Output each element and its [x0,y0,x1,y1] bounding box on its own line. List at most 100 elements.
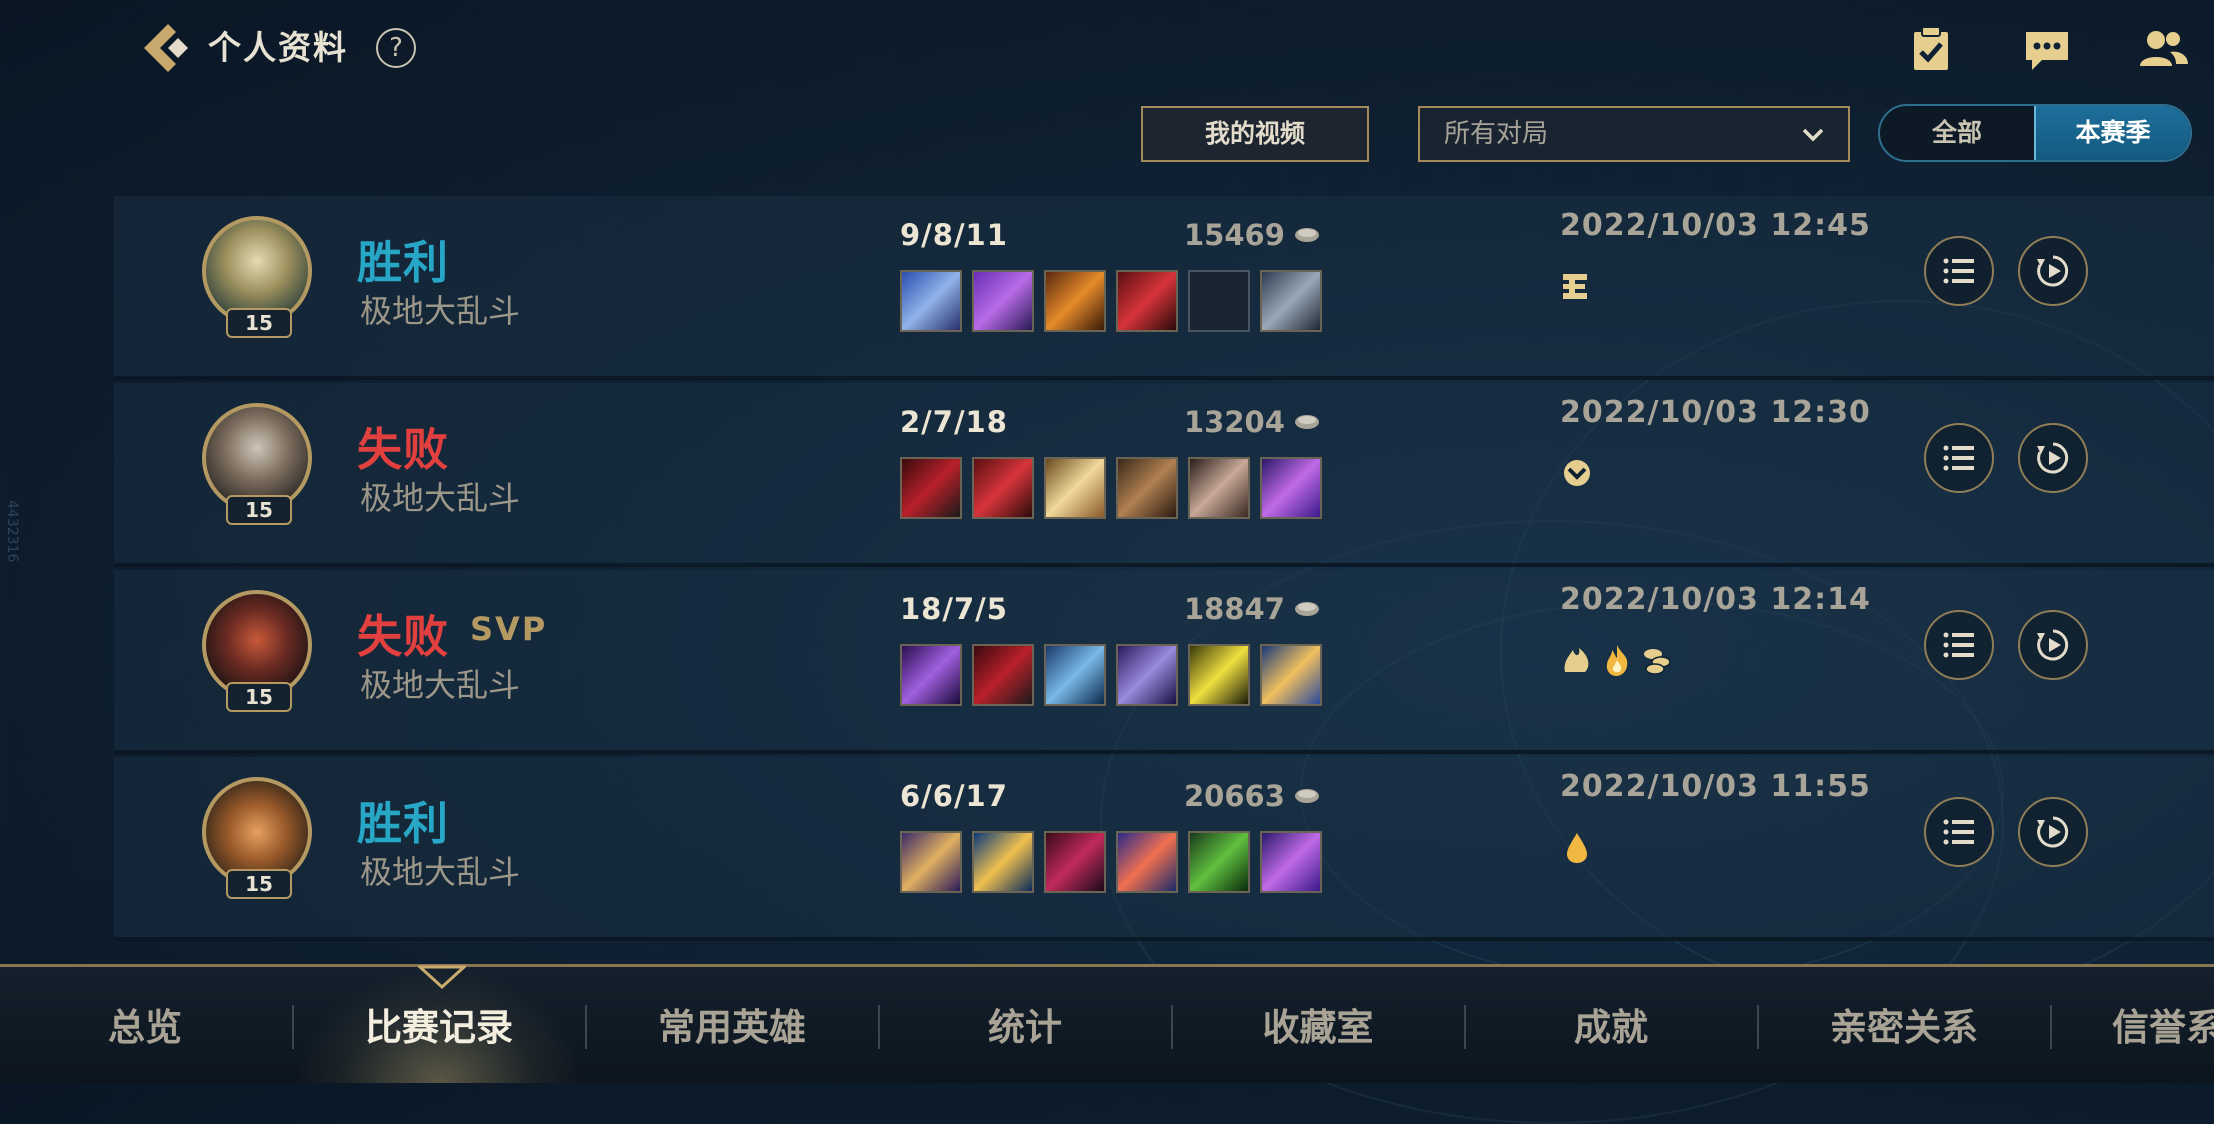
match-row[interactable]: 15 胜利 极地大乱斗 9/8/11 15469 2022/10/03 12:4… [114,196,2214,380]
my-videos-button[interactable]: 我的视频 [1141,106,1369,162]
chat-bubble-icon[interactable] [2020,22,2074,76]
svp-badge: SVP [470,610,548,648]
damage-badge [1564,648,1589,672]
drop-badge [1567,833,1587,863]
champion-level: 15 [226,495,292,525]
match-row[interactable]: 15 胜利 极地大乱斗 6/6/17 20663 2022/10/03 11:5… [114,757,2214,941]
match-details-button[interactable] [1924,610,1994,680]
kda-stat: 18/7/5 [900,592,1008,626]
replay-icon [2037,629,2069,661]
item-dark-blade[interactable] [900,457,962,519]
tab-reputation[interactable]: 信誉系 [2052,967,2214,1083]
gold-value: 13204 [1184,405,1285,439]
item-shield-triangle[interactable] [1188,644,1250,706]
item-flame-blade[interactable] [1044,270,1106,332]
item-red-claw[interactable] [972,457,1034,519]
champion-level: 15 [226,682,292,712]
champion-level: 15 [226,869,292,899]
season-toggle[interactable]: 全部 本赛季 [1878,104,2192,162]
gold-coin-icon [1294,415,1319,429]
people-icon [2140,31,2188,66]
replay-button[interactable] [2018,797,2088,867]
replay-button[interactable] [2018,423,2088,493]
help-icon[interactable]: ? [376,28,416,68]
item-purple-comet[interactable] [1260,831,1322,893]
match-type-select[interactable]: 所有对局 [1418,106,1850,162]
match-details-button[interactable] [1924,236,1994,306]
champion-level: 15 [226,308,292,338]
item-void-staff[interactable] [900,644,962,706]
chevron-down-icon [1802,128,1824,142]
gold-badge [1644,649,1671,675]
tab-statistics[interactable]: 统计 [880,967,1170,1083]
item-crescent-staff[interactable] [900,831,962,893]
match-datetime: 2022/10/03 12:45 [1560,208,1871,243]
kda-stat: 9/8/11 [900,218,1008,252]
gold-value: 20663 [1184,779,1285,813]
fire-badge [1606,645,1628,676]
game-mode: 极地大乱斗 [360,853,521,891]
kda-stat: 2/7/18 [900,405,1008,439]
toggle-season-option[interactable]: 本赛季 [2034,106,2190,160]
replay-icon [2037,816,2069,848]
gold-earned: 15469 [1184,218,1384,252]
item-trident[interactable] [972,831,1034,893]
match-row[interactable]: 15 失败 SVP 极地大乱斗 18/7/5 18847 2022/10/03 … [114,570,2214,754]
item-warding-totem[interactable] [1260,270,1322,332]
item-hourglass[interactable] [1260,644,1322,706]
match-result: 失败 [357,610,450,663]
list-icon [1943,258,1974,284]
list-icon [1943,632,1974,658]
item-stone-gauntlet[interactable] [1188,457,1250,519]
replay-button[interactable] [2018,236,2088,306]
friends-icon[interactable] [2136,22,2190,76]
replay-button[interactable] [2018,610,2088,680]
toggle-all-option[interactable]: 全部 [1880,106,2034,160]
game-mode: 极地大乱斗 [360,292,521,330]
gold-coin-icon [1294,789,1319,803]
gold-coin-icon [1294,602,1319,616]
match-details-button[interactable] [1924,423,1994,493]
gold-earned: 20663 [1184,779,1384,813]
tab-relationships[interactable]: 亲密关系 [1759,967,2049,1083]
game-mode: 极地大乱斗 [360,479,521,517]
gold-value: 18847 [1184,592,1285,626]
match-row[interactable]: 15 失败 极地大乱斗 2/7/18 13204 2022/10/03 12:3… [114,383,2214,567]
list-icon [1943,445,1974,471]
item-demon-mask[interactable] [1044,831,1106,893]
item-empty-slot[interactable] [1188,270,1250,332]
tab-collection[interactable]: 收藏室 [1173,967,1463,1083]
replay-icon [2037,255,2069,287]
gold-coin-icon [1294,228,1319,242]
match-type-value: 所有对局 [1444,119,1549,149]
kda-stat: 6/6/17 [900,779,1008,813]
item-purple-comet[interactable] [1260,457,1322,519]
item-hammer[interactable] [1116,457,1178,519]
match-result: 失败 [357,423,450,476]
match-result: 胜利 [357,236,450,289]
back-button[interactable] [138,20,194,76]
tab-match-history[interactable]: 比赛记录 [294,967,584,1083]
item-spear[interactable] [1116,644,1178,706]
tab-champions[interactable]: 常用英雄 [587,967,877,1083]
item-target-orb[interactable] [1116,831,1178,893]
gold-earned: 13204 [1184,405,1384,439]
tab-achievements[interactable]: 成就 [1466,967,1756,1083]
item-purple-axe[interactable] [972,270,1034,332]
item-angel-wings[interactable] [1044,457,1106,519]
item-green-claw[interactable] [1188,831,1250,893]
clipboard-check-icon [1914,26,1948,70]
gold-earned: 18847 [1184,592,1384,626]
tab-overview[interactable]: 总览 [0,967,290,1083]
gold-value: 15469 [1184,218,1285,252]
match-datetime: 2022/10/03 12:14 [1560,582,1871,617]
replay-icon [2037,442,2069,474]
item-bow[interactable] [1044,644,1106,706]
edge-id-text: 4432316 [4,500,20,563]
item-red-claw[interactable] [1116,270,1178,332]
task-check-icon[interactable] [1904,22,1958,76]
bottom-tab-bar: 总览 比赛记录 常用英雄 统计 收藏室 成就 亲密关系 信誉系 [0,964,2214,1083]
match-details-button[interactable] [1924,797,1994,867]
item-dark-blade[interactable] [972,644,1034,706]
item-ice-blade[interactable] [900,270,962,332]
